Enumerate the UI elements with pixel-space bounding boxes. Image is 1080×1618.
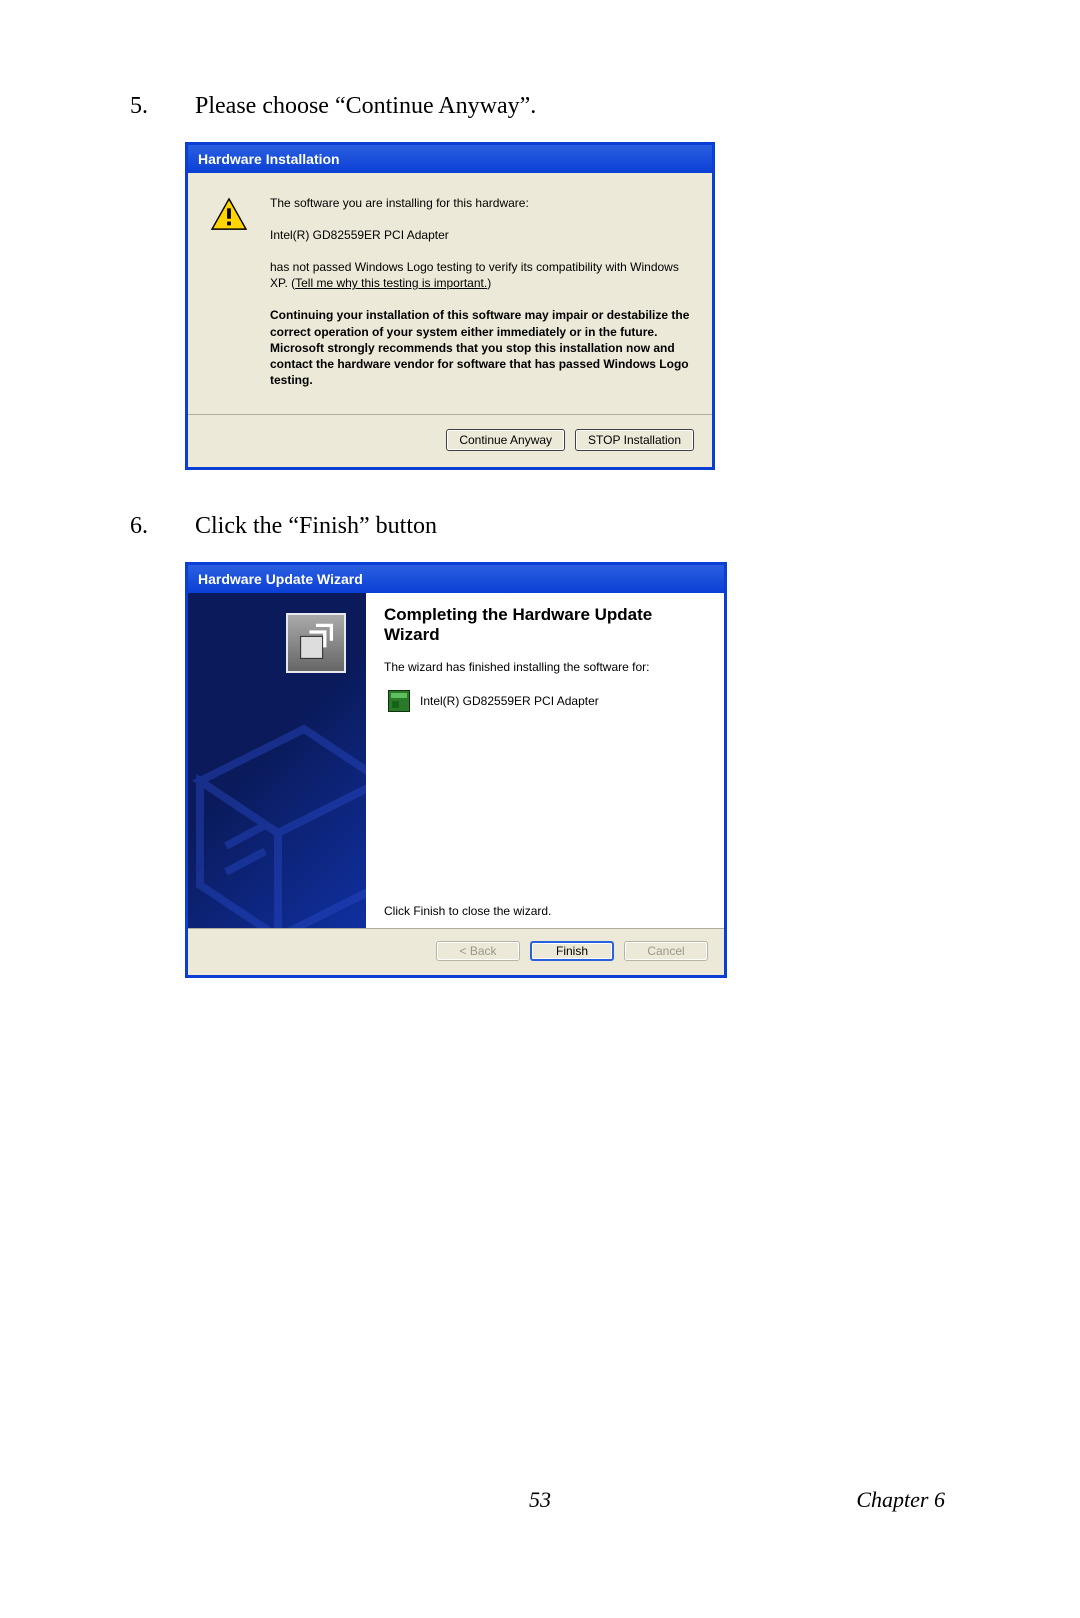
network-adapter-icon [388,690,410,712]
hardware-update-wizard-dialog: Hardware Update Wizard [185,562,727,978]
hardware-installation-dialog: Hardware Installation The software you a… [185,142,715,471]
warning-icon [210,197,248,231]
step-5: 5. Please choose “Continue Anyway”. [130,90,950,124]
chapter-label: Chapter 6 [856,1487,945,1513]
wizard-description: The wizard has finished installing the s… [384,660,704,674]
wizard-small-icon [286,613,346,673]
page-footer: 53 Chapter 6 [0,1487,1080,1513]
wizard-title: Hardware Update Wizard [188,565,724,593]
step-5-number: 5. [130,90,195,124]
cancel-button: Cancel [624,941,708,961]
wizard-device-row: Intel(R) GD82559ER PCI Adapter [388,690,704,712]
step-6-text: Click the “Finish” button [195,510,950,544]
install-logo-test: has not passed Windows Logo testing to v… [270,259,690,291]
stop-installation-button[interactable]: STOP Installation [575,429,694,451]
dialog-title: Hardware Installation [188,145,712,173]
finish-button[interactable]: Finish [530,941,614,961]
why-testing-link[interactable]: Tell me why this testing is important. [295,276,487,290]
step-6-number: 6. [130,510,195,544]
page-number: 53 [529,1487,551,1513]
back-button: < Back [436,941,520,961]
wizard-heading: Completing the Hardware Update Wizard [384,605,704,646]
wizard-close-hint: Click Finish to close the wizard. [384,904,704,918]
wizard-device-name: Intel(R) GD82559ER PCI Adapter [420,694,599,708]
step-5-text: Please choose “Continue Anyway”. [195,90,950,124]
wizard-side-graphic [188,593,366,928]
install-warning-bold: Continuing your installation of this sof… [270,307,690,388]
install-device: Intel(R) GD82559ER PCI Adapter [270,227,690,243]
continue-anyway-button[interactable]: Continue Anyway [446,429,565,451]
install-line1: The software you are installing for this… [270,195,690,211]
dialog-body-text: The software you are installing for this… [270,195,690,405]
step-6: 6. Click the “Finish” button [130,510,950,544]
